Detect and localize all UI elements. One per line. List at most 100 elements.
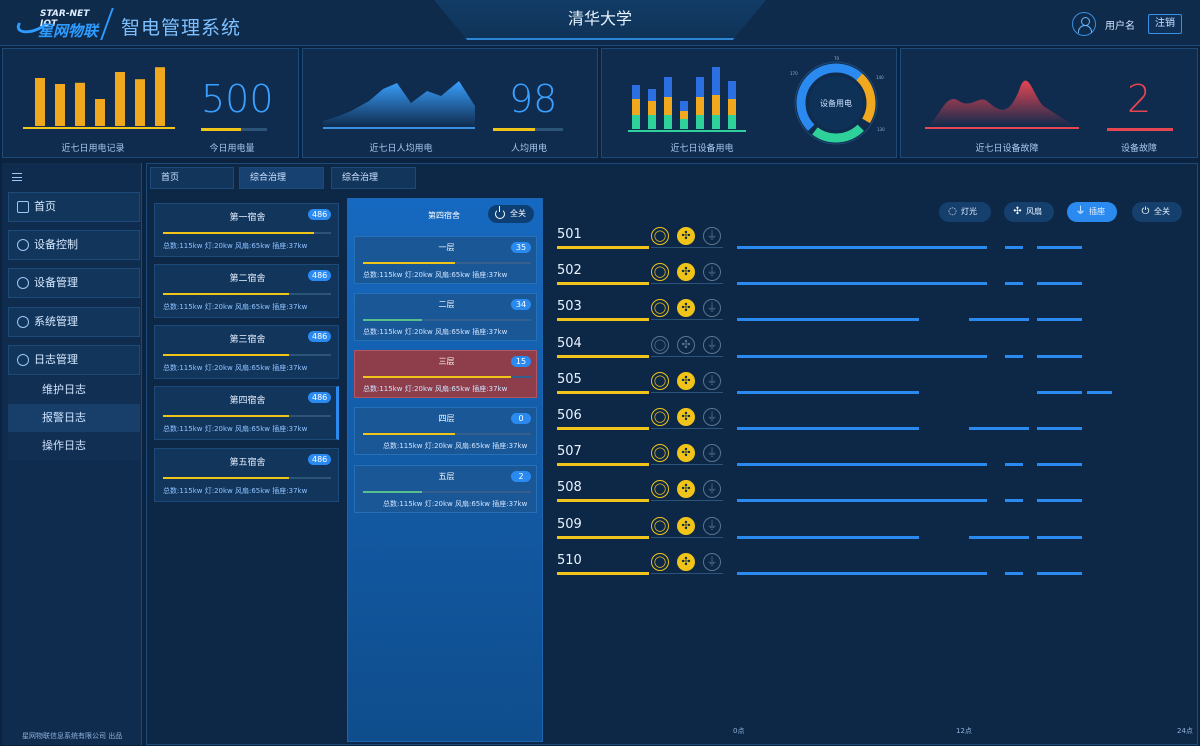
dorm-card[interactable]: 第二宿舍 486 总数:115kw 灯:20kw 风扇:65kw 插座:37kw	[154, 264, 339, 318]
logout-button[interactable]: 注销	[1148, 14, 1182, 34]
floor-usage-bar	[363, 433, 531, 435]
room-row[interactable]: 510 ◯ ✣ ⏚	[555, 551, 725, 587]
usage-segment	[1005, 354, 1023, 358]
sidebar-item-log-management[interactable]: 日志管理	[8, 345, 140, 375]
dorm-card[interactable]: 第三宿舍 486 总数:115kw 灯:20kw 风扇:65kw 插座:37kw	[154, 325, 339, 379]
dorm-card-selected[interactable]: 第四宿舍 486 总数:115kw 灯:20kw 风扇:65kw 插座:37kw	[154, 386, 339, 440]
light-bulb-icon[interactable]: ◯	[651, 552, 669, 571]
plug-icon[interactable]: ⏚	[703, 552, 721, 571]
plug-icon[interactable]: ⏚	[703, 263, 721, 282]
plug-icon[interactable]: ⏚	[703, 299, 721, 318]
floor-summary: 总数:115kw 灯:20kw 风扇:65kw 插座:37kw	[363, 385, 508, 393]
sidebar-subitem-maintenance-log[interactable]: 维护日志	[8, 376, 140, 404]
fan-icon[interactable]: ✣	[677, 371, 695, 390]
sidebar-item-system-management[interactable]: 系统管理	[8, 307, 140, 337]
username[interactable]: 用户名	[1105, 17, 1135, 32]
device7-bar-segment	[664, 115, 672, 129]
tab-governance[interactable]: 综合治理	[239, 167, 324, 189]
filter-all-off-button[interactable]: ⏻ 全关	[1132, 202, 1182, 222]
room-row[interactable]: 509 ◯ ✣ ⏚	[555, 515, 725, 551]
light-bulb-icon[interactable]: ◯	[651, 516, 669, 535]
room-underline	[557, 282, 649, 286]
device7-bar-segment	[728, 115, 736, 129]
device7-stacked-chart	[628, 67, 746, 132]
filter-socket-button[interactable]: ⏚ 插座	[1067, 202, 1117, 222]
room-underline	[557, 427, 649, 430]
stat-card-fault7: 近七日设备故障 2 设备故障	[900, 48, 1198, 158]
usage-segment	[969, 427, 1029, 430]
plug-icon[interactable]: ⏚	[703, 335, 721, 354]
dorm-summary: 总数:115kw 灯:20kw 风扇:65kw 插座:37kw	[163, 303, 308, 311]
plug-icon[interactable]: ⏚	[703, 227, 721, 245]
light-bulb-icon[interactable]: ◯	[651, 408, 669, 426]
device7-bar-segment	[712, 67, 720, 95]
tab-home[interactable]: 首页	[150, 167, 234, 189]
fan-icon[interactable]: ✣	[677, 444, 695, 463]
plug-icon[interactable]: ⏚	[703, 408, 721, 426]
room-timeline	[737, 571, 1182, 575]
fan-icon[interactable]: ✣	[677, 408, 695, 426]
light-bulb-icon[interactable]: ◯	[651, 227, 669, 245]
light-bulb-icon[interactable]: ◯	[651, 444, 669, 463]
user-icon[interactable]	[1072, 12, 1096, 36]
usage-segment	[737, 571, 987, 575]
dorm-card[interactable]: 第一宿舍 486 总数:115kw 灯:20kw 风扇:65kw 插座:37kw	[154, 203, 339, 257]
device7-bar-segment	[632, 99, 640, 115]
tab-governance-2[interactable]: 综合治理	[331, 167, 416, 189]
sidebar-item-device-control[interactable]: 设备控制	[8, 230, 140, 260]
logo-main-text: 星网物联	[38, 22, 99, 40]
room-underline-track	[651, 572, 723, 574]
fan-icon[interactable]: ✣	[677, 263, 695, 282]
usage-segment	[737, 354, 987, 358]
plug-icon[interactable]: ⏚	[703, 444, 721, 463]
light-bulb-icon[interactable]: ◯	[651, 263, 669, 282]
sidebar-item-device-management[interactable]: 设备管理	[8, 268, 140, 298]
menu-toggle-icon[interactable]	[12, 173, 22, 181]
floor-card[interactable]: 二层 34 总数:115kw 灯:20kw 风扇:65kw 插座:37kw	[354, 293, 537, 341]
plug-icon[interactable]: ⏚	[703, 516, 721, 535]
fan-icon[interactable]: ✣	[677, 480, 695, 499]
fan-icon[interactable]: ✣	[677, 299, 695, 318]
dorm-summary: 总数:115kw 灯:20kw 风扇:65kw 插座:37kw	[163, 425, 308, 433]
room-row[interactable]: 501 ◯ ✣ ⏚	[555, 225, 725, 261]
sidebar-subitem-operation-log[interactable]: 操作日志	[8, 432, 140, 460]
room-row[interactable]: 508 ◯ ✣ ⏚	[555, 478, 725, 514]
floor-card[interactable]: 一层 35 总数:115kw 灯:20kw 风扇:65kw 插座:37kw	[354, 236, 537, 284]
room-row[interactable]: 505 ◯ ✣ ⏚	[555, 370, 725, 406]
plug-icon[interactable]: ⏚	[703, 480, 721, 499]
floor-card-selected[interactable]: 三层 15 总数:115kw 灯:20kw 风扇:65kw 插座:37kw	[354, 350, 537, 398]
light-bulb-icon[interactable]: ◯	[651, 299, 669, 318]
device7-bar-segment	[712, 95, 720, 115]
filter-fan-button[interactable]: ✣ 风扇	[1004, 202, 1054, 222]
sidebar-item-label: 日志管理	[34, 353, 78, 366]
light-bulb-icon[interactable]: ◯	[651, 480, 669, 499]
fan-icon[interactable]: ✣	[677, 552, 695, 571]
fan-icon[interactable]: ✣	[677, 335, 695, 354]
room-timeline	[737, 282, 1182, 286]
floor-usage-bar	[363, 319, 531, 321]
light-bulb-icon[interactable]: ◯	[651, 371, 669, 390]
filter-light-button[interactable]: ◌ 灯光	[939, 202, 991, 222]
floor-usage-bar	[363, 491, 531, 493]
dorm-count-badge: 486	[308, 454, 332, 465]
title-divider	[100, 8, 114, 40]
fan-icon[interactable]: ✣	[677, 516, 695, 535]
room-row[interactable]: 507 ◯ ✣ ⏚	[555, 442, 725, 478]
floor-card[interactable]: 四层 0 总数:115kw 灯:20kw 风扇:65kw 插座:37kw	[354, 407, 537, 455]
room-row[interactable]: 506 ◯ ✣ ⏚	[555, 406, 725, 442]
fan-icon[interactable]: ✣	[677, 227, 695, 245]
light-bulb-icon[interactable]: ◯	[651, 335, 669, 354]
plug-icon[interactable]: ⏚	[703, 371, 721, 390]
floor-all-off-button[interactable]: 全关	[488, 205, 534, 223]
dorm-count-badge: 486	[308, 209, 332, 220]
room-row[interactable]: 504 ◯ ✣ ⏚	[555, 334, 725, 370]
dorm-card[interactable]: 第五宿舍 486 总数:115kw 灯:20kw 风扇:65kw 插座:37kw	[154, 448, 339, 502]
sidebar-subitem-alarm-log[interactable]: 报警日志	[8, 404, 140, 432]
usage-segment	[1037, 318, 1082, 322]
room-row[interactable]: 502 ◯ ✣ ⏚	[555, 261, 725, 297]
room-number: 503	[557, 299, 582, 315]
sidebar-item-home[interactable]: 首页	[8, 192, 140, 222]
floor-card[interactable]: 五层 2 总数:115kw 灯:20kw 风扇:65kw 插座:37kw	[354, 465, 537, 513]
usage-segment	[1005, 246, 1023, 249]
room-row[interactable]: 503 ◯ ✣ ⏚	[555, 297, 725, 333]
